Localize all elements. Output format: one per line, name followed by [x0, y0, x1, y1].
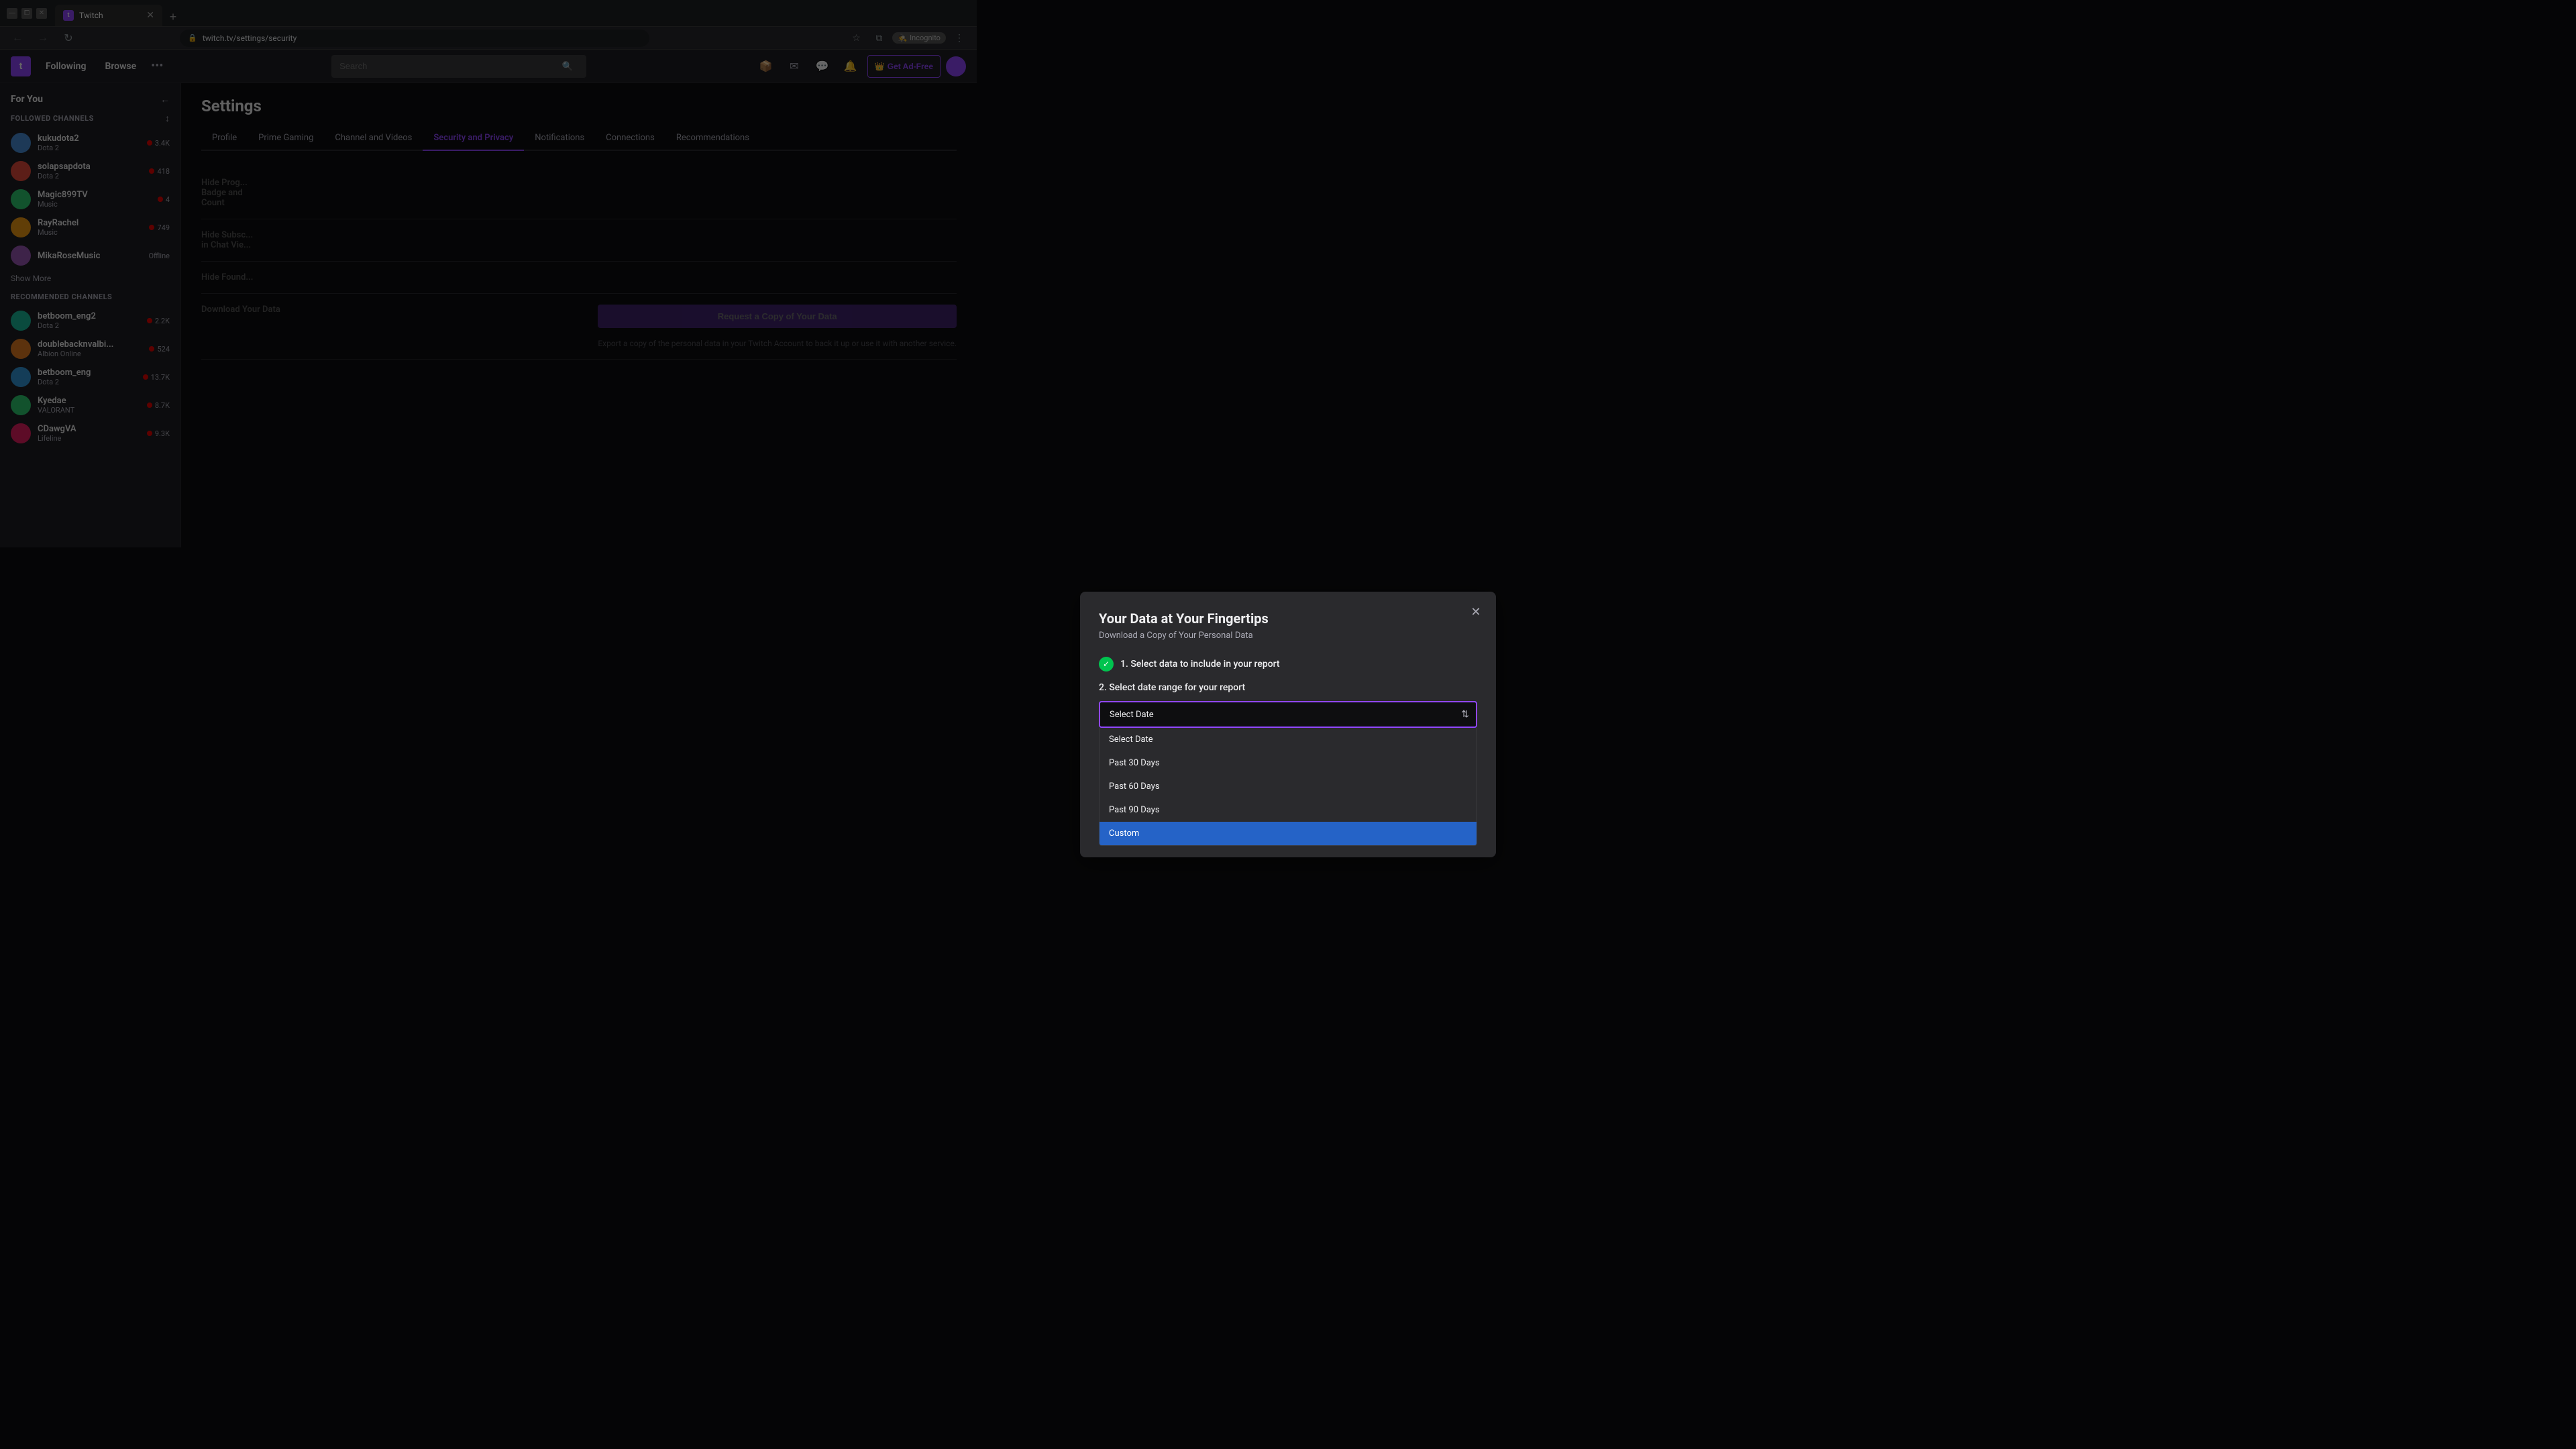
dropdown-item-past-30[interactable]: Past 30 Days [1099, 751, 1477, 775]
modal-overlay[interactable]: ✕ Your Data at Your Fingertips Download … [0, 0, 2576, 1449]
check-mark: ✓ [1103, 659, 1110, 669]
step-1-check-icon: ✓ [1099, 657, 1114, 672]
date-range-dropdown-list: Select Date Past 30 Days Past 60 Days Pa… [1099, 728, 1477, 846]
select-field-value: Select Date [1110, 710, 1154, 720]
modal-subtitle: Download a Copy of Your Personal Data [1099, 631, 1477, 641]
dropdown-item-past-60[interactable]: Past 60 Days [1099, 775, 1477, 798]
modal-title: Your Data at Your Fingertips [1099, 610, 1477, 627]
data-fingertips-modal: ✕ Your Data at Your Fingertips Download … [1080, 592, 1496, 857]
dropdown-item-select-date[interactable]: Select Date [1099, 728, 1477, 751]
step-2-container: 2. Select date range for your report Sel… [1099, 682, 1477, 728]
modal-close-button[interactable]: ✕ [1466, 602, 1485, 621]
step-1-label: 1. Select data to include in your report [1120, 659, 1280, 669]
step-1-item: ✓ 1. Select data to include in your repo… [1099, 657, 1477, 672]
dropdown-item-custom[interactable]: Custom [1099, 822, 1477, 845]
dropdown-item-past-90[interactable]: Past 90 Days [1099, 798, 1477, 822]
date-range-select-wrapper[interactable]: Select Date ⇅ Select Date Past 30 Days P… [1099, 701, 1477, 728]
twitch-app: t Following Browse ••• 🔍 📦 ✉ 💬 🔔 👑 Get A… [0, 50, 977, 547]
date-range-select-field[interactable]: Select Date [1099, 701, 1477, 728]
step-2-label: 2. Select date range for your report [1099, 682, 1477, 693]
